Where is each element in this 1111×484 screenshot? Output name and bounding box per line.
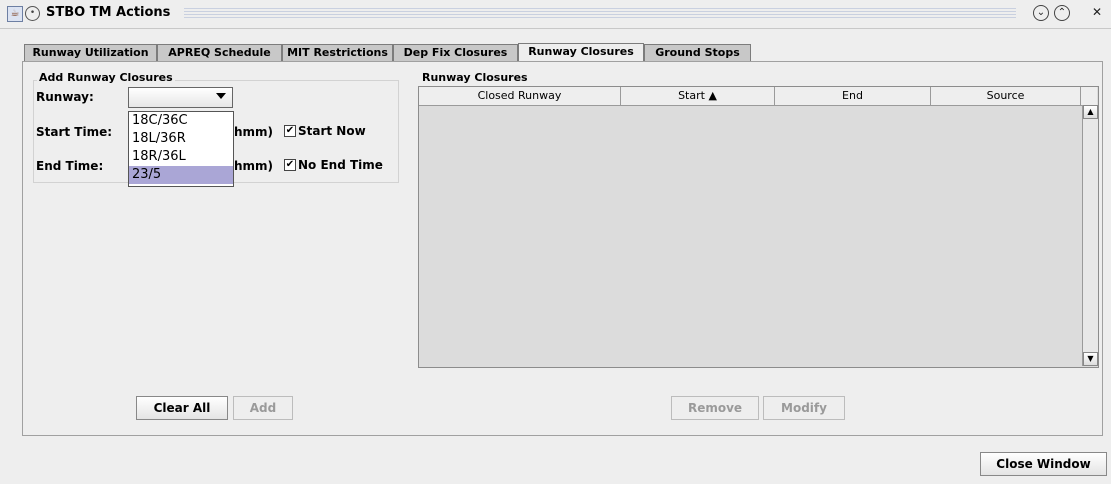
tab-apreq-schedule[interactable]: APREQ Schedule	[157, 44, 282, 61]
runway-dropdown-list[interactable]: 18C/36C 18L/36R 18R/36L 23/5	[128, 111, 234, 187]
tab-runway-closures[interactable]: Runway Closures	[518, 43, 644, 62]
runway-option[interactable]: 18R/36L	[129, 148, 233, 166]
tab-runway-utilization[interactable]: Runway Utilization	[24, 44, 157, 61]
start-now-label[interactable]: Start Now	[298, 124, 366, 138]
runway-option[interactable]: 18L/36R	[129, 130, 233, 148]
scroll-up-icon[interactable]: ▲	[1083, 105, 1098, 119]
minimize-icon[interactable]: ⌄	[1033, 5, 1049, 21]
start-time-label: Start Time:	[36, 125, 113, 139]
tab-dep-fix-closures[interactable]: Dep Fix Closures	[393, 44, 518, 61]
column-header-source[interactable]: Source	[931, 87, 1081, 106]
end-time-format-hint: hmm)	[234, 159, 274, 173]
scroll-down-icon[interactable]: ▼	[1083, 352, 1098, 366]
maximize-icon[interactable]: ⌃	[1054, 5, 1070, 21]
no-end-time-checkbox[interactable]: ✔	[284, 159, 296, 171]
column-header-end[interactable]: End	[775, 87, 931, 106]
no-end-time-label[interactable]: No End Time	[298, 158, 383, 172]
runway-closures-title: Runway Closures	[420, 71, 530, 84]
start-now-checkbox[interactable]: ✔	[284, 125, 296, 137]
column-header-start[interactable]: Start ▲	[621, 87, 775, 106]
title-bar[interactable]: ☕ • STBO TM Actions ⌄ ⌃ ✕	[0, 0, 1111, 29]
window-title: STBO TM Actions	[46, 5, 171, 20]
close-icon[interactable]: ✕	[1090, 5, 1104, 19]
chevron-down-icon[interactable]	[216, 93, 226, 99]
table-vertical-scrollbar[interactable]: ▲ ▼	[1082, 105, 1098, 366]
runway-option[interactable]: 18C/36C	[129, 112, 233, 130]
column-header-closed-runway[interactable]: Closed Runway	[419, 87, 621, 106]
runway-closures-table[interactable]: Closed Runway Start ▲ End Source ▲ ▼	[418, 86, 1099, 368]
app-icon[interactable]: ☕	[7, 6, 23, 22]
modify-button[interactable]: Modify	[763, 396, 845, 420]
start-time-format-hint: hmm)	[234, 125, 274, 139]
title-bar-stripes	[184, 8, 1016, 19]
runway-combobox[interactable]	[128, 87, 233, 108]
runway-option-selected[interactable]: 23/5	[129, 166, 233, 184]
remove-button[interactable]: Remove	[671, 396, 759, 420]
window-menu-icon[interactable]: •	[25, 6, 40, 21]
tab-ground-stops[interactable]: Ground Stops	[644, 44, 751, 61]
runway-label: Runway:	[36, 90, 94, 104]
column-header-corner	[1081, 87, 1097, 106]
end-time-label: End Time:	[36, 159, 104, 173]
tab-mit-restrictions[interactable]: MIT Restrictions	[282, 44, 393, 61]
clear-all-button[interactable]: Clear All	[136, 396, 228, 420]
close-window-button[interactable]: Close Window	[980, 452, 1107, 476]
add-runway-closures-title: Add Runway Closures	[37, 71, 175, 84]
add-button[interactable]: Add	[233, 396, 293, 420]
